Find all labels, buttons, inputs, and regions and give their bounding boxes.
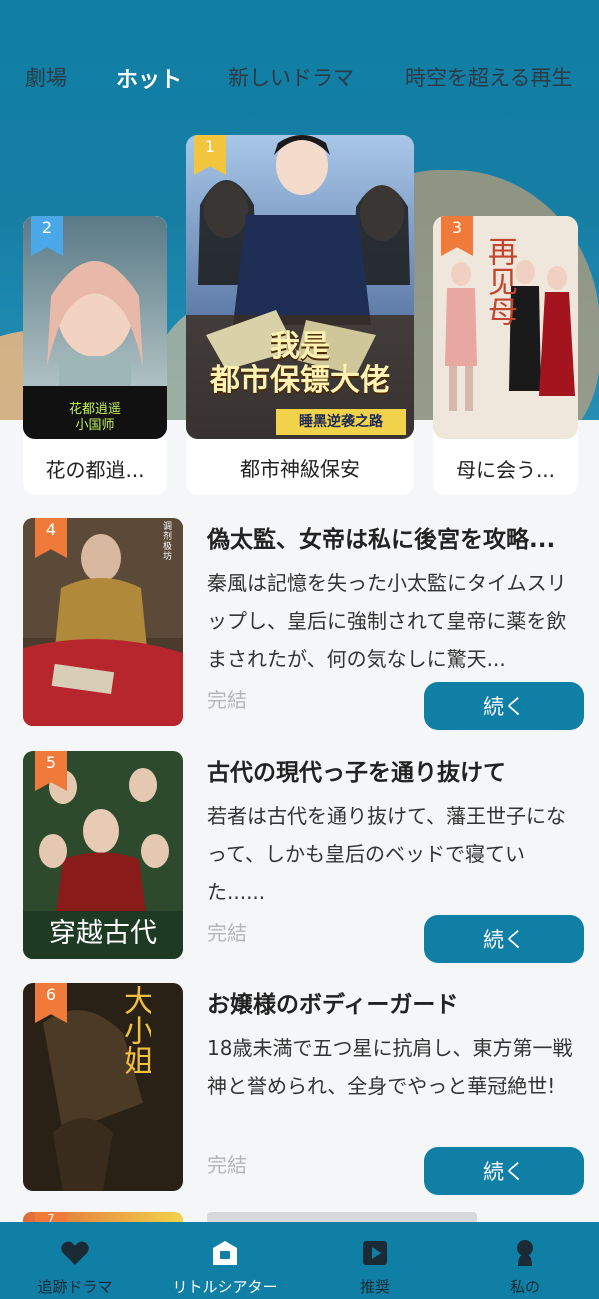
poster-caption: 调剂极坊	[163, 522, 173, 562]
tab-theater[interactable]: 劇場	[25, 62, 67, 92]
nav-little-theater[interactable]: リトルシアター	[150, 1222, 300, 1299]
drama-title: 偽太監、女帝は私に後宮を攻略...	[207, 527, 556, 553]
continue-button[interactable]: 続く	[424, 915, 584, 963]
poster-image: 我是 都市保镖大佬 睡黑逆袭之路 1	[186, 135, 414, 439]
continue-button[interactable]: 続く	[424, 682, 584, 730]
status-badge: 完結	[207, 688, 247, 712]
drama-title: 古代の現代っ子を通り抜けて	[207, 760, 506, 786]
nav-label: 追跡ドラマ	[37, 1278, 113, 1296]
play-icon	[363, 1241, 387, 1265]
tab-time-travel[interactable]: 時空を超える再生	[405, 62, 572, 92]
poster-caption: 都市保镖大佬	[210, 364, 390, 398]
nav-label: 私の	[509, 1278, 540, 1296]
poster-caption: 再见母	[482, 236, 517, 326]
rank-card-3[interactable]: 再见母 3 母に会う...	[433, 216, 578, 495]
nav-mine[interactable]: 私の	[450, 1222, 599, 1299]
card-title: 母に会う...	[455, 458, 556, 482]
status-badge: 完結	[207, 921, 247, 945]
list-item[interactable]: 调剂极坊 4 偽太監、女帝は私に後宮を攻略... 秦風は記憶を失った小太監にタイ…	[23, 518, 584, 730]
rank-card-2[interactable]: 花都逍遥 小国师 2 花の都逍...	[23, 216, 167, 495]
poster-caption: 我是	[270, 329, 330, 364]
tab-hot[interactable]: ホット	[116, 62, 182, 94]
nav-label: リトルシアター	[172, 1278, 278, 1296]
poster-image: 花都逍遥 小国师 2	[23, 216, 167, 439]
rank-card-1[interactable]: 我是 都市保镖大佬 睡黑逆袭之路 1 都市神級保安	[186, 135, 414, 495]
list-item[interactable]: 大小姐的贴身保镖 6 お嬢様のボディーガード 18歳未満で五つ星に抗肩し、東方第…	[23, 983, 584, 1195]
person-icon	[517, 1240, 533, 1266]
bottom-nav: 追跡ドラマ リトルシアター 推奨 私の	[0, 1222, 599, 1299]
heart-icon	[61, 1241, 89, 1265]
category-tabs: 劇場 ホット 新しいドラマ 時空を超える再生	[0, 62, 599, 102]
poster-caption: 花都逍遥	[68, 402, 121, 417]
poster-subtitle: 睡黑逆袭之路	[276, 409, 406, 435]
nav-following[interactable]: 追跡ドラマ	[0, 1222, 150, 1299]
poster-image: 再见母 3	[433, 216, 578, 439]
card-title: 都市神級保安	[240, 457, 360, 481]
drama-description: 18歳未満で五つ星に抗肩し、東方第一戦神と誉められ、全身でやっと華冠絶世!	[207, 1036, 573, 1098]
poster-caption: 穿越古代	[49, 918, 157, 949]
list-item[interactable]: 穿越古代 5 古代の現代っ子を通り抜けて 若者は古代を通り抜けて、藩王世子になっ…	[23, 751, 584, 963]
nav-recommended[interactable]: 推奨	[300, 1222, 450, 1299]
drama-description: 若者は古代を通り抜けて、藩王世子になって、しかも皇后のベッドで寝ていた.....…	[207, 804, 566, 904]
nav-label: 推奨	[359, 1278, 390, 1296]
status-badge: 完結	[207, 1153, 247, 1177]
tab-new-drama[interactable]: 新しいドラマ	[228, 62, 354, 92]
poster-image: 大小姐的贴身保镖 6	[23, 983, 183, 1191]
theater-icon	[213, 1241, 237, 1265]
poster-caption: 大小姐的贴身保镖	[121, 985, 151, 1075]
drama-description: 秦風は記憶を失った小太監にタイムスリップし、皇后に強制されて皇帝に薬を飲まされた…	[207, 571, 567, 671]
poster-caption: 小国师	[75, 418, 115, 433]
card-title: 花の都逍...	[45, 458, 145, 482]
drama-title: お嬢様のボディーガード	[207, 992, 459, 1018]
poster-image: 穿越古代 5	[23, 751, 183, 959]
continue-button[interactable]: 続く	[424, 1147, 584, 1195]
poster-image: 调剂极坊 4	[23, 518, 183, 726]
